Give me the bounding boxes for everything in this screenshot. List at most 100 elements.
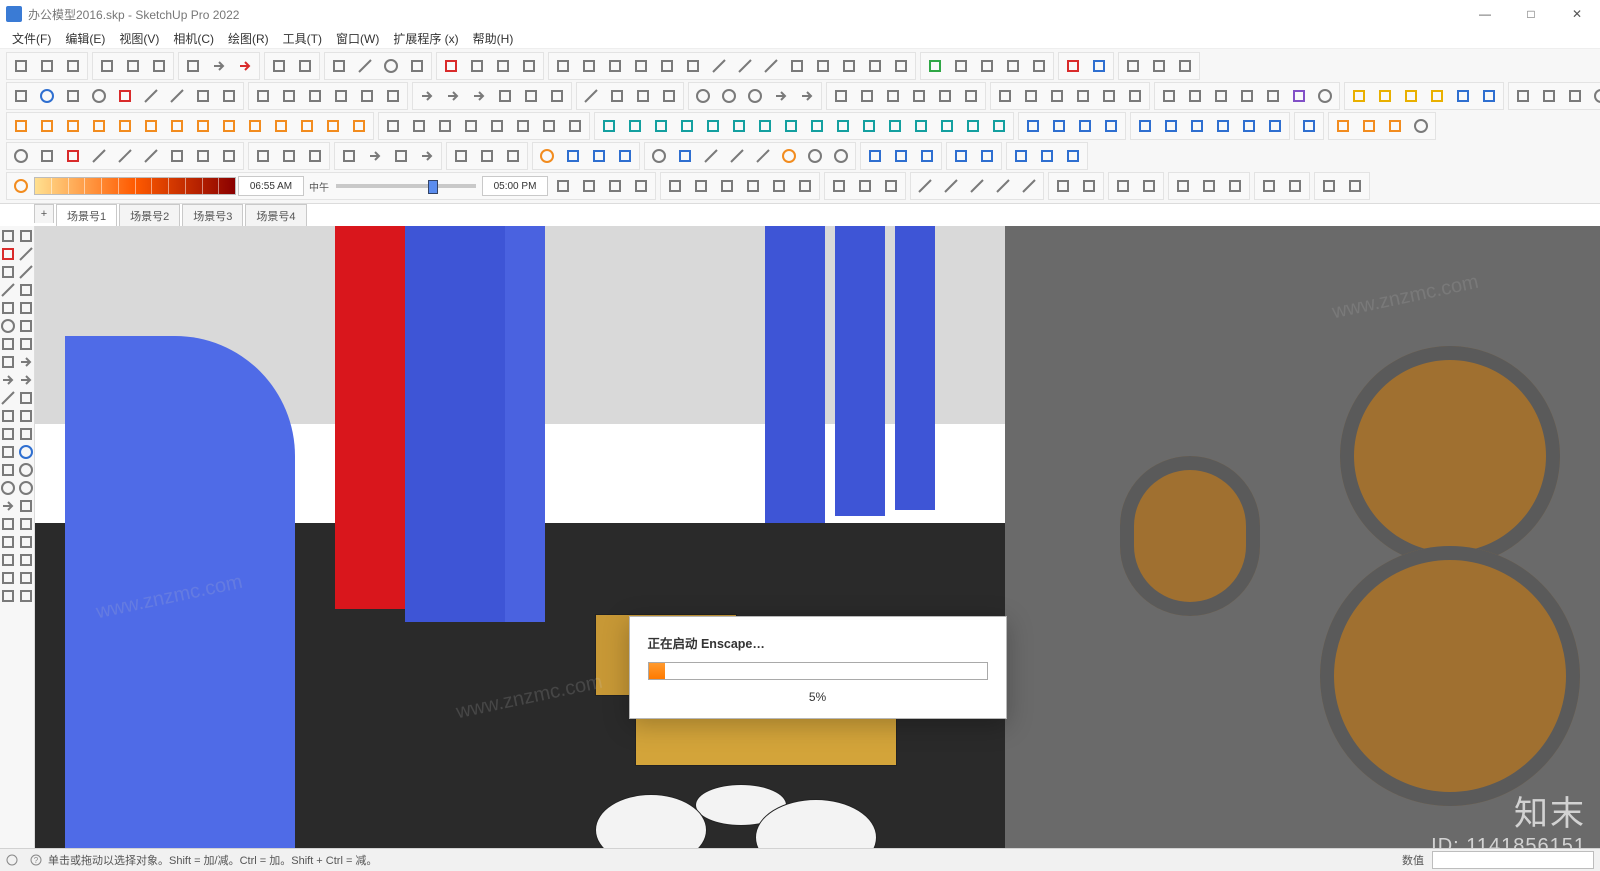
scale-t-icon[interactable] xyxy=(415,144,439,168)
vray-e-icon[interactable] xyxy=(701,114,725,138)
copy-blue-icon[interactable] xyxy=(673,144,697,168)
vr-e-icon[interactable] xyxy=(485,114,509,138)
ext-t1-icon[interactable] xyxy=(449,144,473,168)
tool-pie-icon[interactable] xyxy=(18,282,34,298)
style-5-icon[interactable] xyxy=(767,174,791,198)
shape-c-icon[interactable] xyxy=(629,54,653,78)
layout-blue-icon[interactable] xyxy=(1087,54,1111,78)
plugin-b-icon[interactable] xyxy=(1147,54,1171,78)
move-icon[interactable] xyxy=(415,84,439,108)
gear-r-icon[interactable] xyxy=(1409,114,1433,138)
yellow-c-icon[interactable] xyxy=(1399,84,1423,108)
hidden-icon[interactable] xyxy=(1045,84,1069,108)
tool-section-icon[interactable] xyxy=(0,444,16,460)
tool-freehand-icon[interactable] xyxy=(0,264,16,280)
tag-b-icon[interactable] xyxy=(889,144,913,168)
vr-logo-icon[interactable] xyxy=(1297,114,1321,138)
dims-icon[interactable] xyxy=(217,84,241,108)
viewport[interactable]: www.znzmc.com www.znzmc.com www.znzmc.co… xyxy=(35,226,1600,871)
scene-tab-4[interactable]: 场景号4 xyxy=(245,204,306,227)
scene-tab-3[interactable]: 场景号3 xyxy=(182,204,243,227)
txt-a-icon[interactable] xyxy=(1257,174,1281,198)
component-red-icon[interactable] xyxy=(439,54,463,78)
sun-b-icon[interactable] xyxy=(777,144,801,168)
cloud-f-icon[interactable] xyxy=(1263,114,1287,138)
sky-icon[interactable] xyxy=(829,144,853,168)
ext-b-icon[interactable] xyxy=(975,54,999,78)
geolocation-icon[interactable] xyxy=(4,852,20,868)
zoom-win-icon[interactable] xyxy=(717,84,741,108)
cam-a-icon[interactable] xyxy=(1511,84,1535,108)
set-b-icon[interactable] xyxy=(879,174,903,198)
tag-c-icon[interactable] xyxy=(915,144,939,168)
ens-i-icon[interactable] xyxy=(269,114,293,138)
tex-icon[interactable] xyxy=(1097,84,1121,108)
group-a-icon[interactable] xyxy=(251,84,275,108)
scale-icon[interactable] xyxy=(467,84,491,108)
sun-t-icon[interactable] xyxy=(535,144,559,168)
cloud-c-icon[interactable] xyxy=(1185,114,1209,138)
view-d-icon[interactable] xyxy=(629,174,653,198)
ens-b-icon[interactable] xyxy=(87,114,111,138)
tool-pan-icon[interactable] xyxy=(0,462,16,478)
vray-h-icon[interactable] xyxy=(779,114,803,138)
text-a-icon[interactable] xyxy=(191,84,215,108)
ens-f-icon[interactable] xyxy=(191,114,215,138)
arc-w-icon[interactable] xyxy=(991,174,1015,198)
blue-c1-icon[interactable] xyxy=(949,144,973,168)
zoom-t-icon[interactable] xyxy=(9,144,33,168)
eraser-icon[interactable] xyxy=(113,84,137,108)
undo-icon[interactable] xyxy=(207,54,231,78)
menu-f[interactable]: 文件(F) xyxy=(6,28,57,49)
ens-sync-icon[interactable] xyxy=(35,114,59,138)
vray-k-icon[interactable] xyxy=(857,114,881,138)
style-d-icon[interactable] xyxy=(1235,84,1259,108)
tool-sandbox-f-icon[interactable] xyxy=(18,570,34,586)
arc-y-icon[interactable] xyxy=(939,174,963,198)
tool-3dtext-icon[interactable] xyxy=(0,426,16,442)
tool-prev-icon[interactable] xyxy=(0,498,16,514)
ens-a-icon[interactable] xyxy=(61,114,85,138)
cam-b-icon[interactable] xyxy=(1537,84,1561,108)
vray-n-icon[interactable] xyxy=(935,114,959,138)
mono-icon[interactable] xyxy=(1123,84,1147,108)
shape-a-icon[interactable] xyxy=(577,54,601,78)
tool-offset-icon[interactable] xyxy=(0,354,16,370)
style-3-icon[interactable] xyxy=(715,174,739,198)
group-b-icon[interactable] xyxy=(277,84,301,108)
redo-icon[interactable] xyxy=(233,54,257,78)
shaded-icon[interactable] xyxy=(1071,84,1095,108)
tool-arc2-icon[interactable] xyxy=(0,282,16,298)
ruler-a-icon[interactable] xyxy=(139,84,163,108)
open-file-icon[interactable] xyxy=(35,54,59,78)
dl-b-icon[interactable] xyxy=(1357,114,1381,138)
info-icon-icon[interactable] xyxy=(1173,54,1197,78)
panel-a-icon[interactable] xyxy=(1021,114,1045,138)
hide-a-icon[interactable] xyxy=(1051,174,1075,198)
vr-c-icon[interactable] xyxy=(433,114,457,138)
lamp-b-icon[interactable] xyxy=(1137,174,1161,198)
save-icon[interactable] xyxy=(61,54,85,78)
cyl-icon[interactable] xyxy=(837,54,861,78)
tool-look-icon[interactable] xyxy=(0,516,16,532)
offset-icon[interactable] xyxy=(493,84,517,108)
grid-a-icon[interactable] xyxy=(1009,144,1033,168)
tool-arc-icon[interactable] xyxy=(18,264,34,280)
shadow-time-start[interactable]: 06:55 AM xyxy=(238,176,304,196)
tool-dims-icon[interactable] xyxy=(0,408,16,424)
vray-b-icon[interactable] xyxy=(623,114,647,138)
view-b-icon[interactable] xyxy=(577,174,601,198)
ext-c-icon[interactable] xyxy=(1001,54,1025,78)
cloud-e-icon[interactable] xyxy=(1237,114,1261,138)
tool-rect-icon[interactable] xyxy=(0,300,16,316)
tool-sandbox-a-icon[interactable] xyxy=(0,534,16,550)
plane-icon[interactable] xyxy=(889,54,913,78)
tool-sandbox-c-icon[interactable] xyxy=(0,552,16,568)
menu-t[interactable]: 工具(T) xyxy=(277,28,328,49)
shape-e-icon[interactable] xyxy=(681,54,705,78)
eraser-t-icon[interactable] xyxy=(61,144,85,168)
minimize-button[interactable]: — xyxy=(1462,0,1508,28)
shadow-month-slider[interactable] xyxy=(34,177,236,195)
model-info-icon[interactable] xyxy=(293,54,317,78)
ens-e-icon[interactable] xyxy=(165,114,189,138)
